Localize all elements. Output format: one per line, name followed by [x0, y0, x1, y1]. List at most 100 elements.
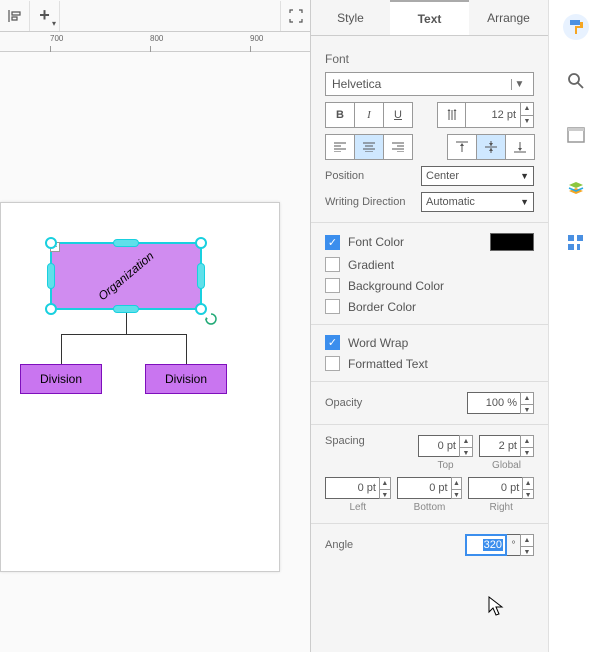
resize-handle[interactable]	[113, 239, 139, 247]
shape-division[interactable]: Division	[20, 364, 102, 394]
word-wrap-label: Word Wrap	[348, 336, 408, 350]
spacing-global-spinner[interactable]: ▲▼	[520, 435, 534, 457]
spinner-down-icon[interactable]: ▼	[521, 547, 533, 558]
word-wrap-checkbox[interactable]	[325, 335, 340, 350]
connector	[61, 334, 187, 335]
dropdown-arrow-icon: ▼	[520, 197, 529, 207]
valign-middle-button[interactable]	[476, 134, 506, 160]
spacing-bottom-spinner[interactable]: ▲▼	[451, 477, 463, 499]
connector	[61, 334, 62, 364]
align-center-button[interactable]	[354, 134, 384, 160]
font-color-checkbox[interactable]	[325, 235, 340, 250]
resize-handle[interactable]	[197, 263, 205, 289]
font-family-value: Helvetica	[332, 77, 381, 91]
angle-input[interactable]: 320	[465, 534, 507, 556]
search-icon[interactable]	[563, 68, 589, 94]
align-left-button[interactable]	[325, 134, 355, 160]
font-section-label: Font	[325, 52, 534, 66]
opacity-input[interactable]: 100 %	[467, 392, 521, 414]
font-color-swatch[interactable]	[490, 233, 534, 251]
spacing-bottom-input[interactable]: 0 pt	[397, 477, 452, 499]
angle-spinner[interactable]: ▲▼	[520, 534, 534, 556]
ruler-tick: 700	[50, 34, 63, 43]
position-label: Position	[325, 170, 415, 182]
italic-button[interactable]: I	[354, 102, 384, 128]
font-size-spinner[interactable]: ▲▼	[520, 102, 534, 128]
opacity-label: Opacity	[325, 397, 461, 409]
background-color-label: Background Color	[348, 279, 444, 293]
border-color-label: Border Color	[348, 300, 416, 314]
font-family-select[interactable]: Helvetica ▼	[325, 72, 534, 96]
align-tool-icon[interactable]	[0, 1, 30, 31]
background-color-checkbox[interactable]	[325, 278, 340, 293]
resize-handle[interactable]	[45, 237, 57, 249]
border-color-checkbox[interactable]	[325, 299, 340, 314]
writing-direction-value: Automatic	[426, 196, 475, 208]
rotate-handle-icon[interactable]	[204, 312, 218, 326]
tab-style[interactable]: Style	[311, 0, 390, 35]
panel-tabs: Style Text Arrange	[311, 0, 548, 36]
spacing-top-label: Top	[418, 460, 473, 471]
spinner-up-icon[interactable]: ▲	[521, 535, 533, 547]
spacing-right-label: Right	[468, 502, 534, 513]
insert-tool-icon[interactable]: +▾	[30, 1, 60, 31]
outline-icon[interactable]	[563, 122, 589, 148]
font-color-label: Font Color	[348, 235, 404, 249]
top-toolbar: +▾	[0, 0, 310, 32]
shapes-icon[interactable]	[563, 230, 589, 256]
ruler-tick: 900	[250, 34, 263, 43]
canvas[interactable]: − Organization Division Division	[0, 52, 310, 652]
format-paint-icon[interactable]	[563, 14, 589, 40]
dropdown-arrow-icon: ▼	[511, 79, 527, 90]
spacing-top-input[interactable]: 0 pt	[418, 435, 460, 457]
resize-handle[interactable]	[113, 305, 139, 313]
vertical-text-button[interactable]	[437, 102, 467, 128]
spacing-right-spinner[interactable]: ▲▼	[522, 477, 534, 499]
writing-direction-select[interactable]: Automatic ▼	[421, 192, 534, 212]
right-iconbar	[548, 0, 603, 652]
spacing-left-spinner[interactable]: ▲▼	[379, 477, 391, 499]
dropdown-arrow-icon: ▼	[520, 171, 529, 181]
opacity-spinner[interactable]: ▲▼	[520, 392, 534, 414]
formatted-text-label: Formatted Text	[348, 357, 428, 371]
valign-top-button[interactable]	[447, 134, 477, 160]
tab-text[interactable]: Text	[390, 0, 469, 35]
spacing-left-input[interactable]: 0 pt	[325, 477, 380, 499]
underline-button[interactable]: U	[383, 102, 413, 128]
fit-screen-icon[interactable]	[280, 1, 310, 31]
spacing-global-input[interactable]: 2 pt	[479, 435, 521, 457]
shape-division[interactable]: Division	[145, 364, 227, 394]
spacing-top-spinner[interactable]: ▲▼	[459, 435, 473, 457]
spacing-right-input[interactable]: 0 pt	[468, 477, 523, 499]
spinner-down-icon[interactable]: ▼	[521, 116, 533, 128]
gradient-checkbox[interactable]	[325, 257, 340, 272]
spinner-down-icon[interactable]: ▼	[521, 405, 533, 416]
writing-direction-label: Writing Direction	[325, 196, 415, 208]
connector	[186, 334, 187, 364]
shape-label: Organization	[95, 249, 156, 303]
spinner-up-icon[interactable]: ▲	[521, 393, 533, 405]
spacing-left-label: Left	[325, 502, 391, 513]
formatted-text-checkbox[interactable]	[325, 356, 340, 371]
tab-arrange[interactable]: Arrange	[469, 0, 548, 35]
shape-organization[interactable]: − Organization	[50, 242, 202, 310]
spacing-bottom-label: Bottom	[397, 502, 463, 513]
ruler-tick: 800	[150, 34, 163, 43]
shape-label: Division	[165, 372, 207, 386]
angle-suffix: °	[507, 534, 521, 556]
resize-handle[interactable]	[195, 237, 207, 249]
align-right-button[interactable]	[383, 134, 413, 160]
shape-label: Division	[40, 372, 82, 386]
bold-button[interactable]: B	[325, 102, 355, 128]
valign-bottom-button[interactable]	[505, 134, 535, 160]
layers-icon[interactable]	[563, 176, 589, 202]
resize-handle[interactable]	[45, 303, 57, 315]
position-select[interactable]: Center▼	[421, 166, 534, 186]
spacing-label: Spacing	[325, 435, 385, 447]
gradient-label: Gradient	[348, 258, 394, 272]
font-size-input[interactable]: 12 pt	[465, 102, 521, 128]
spacing-global-label: Global	[479, 460, 534, 471]
format-panel: Style Text Arrange Font Helvetica ▼ B I …	[310, 0, 548, 652]
spinner-up-icon[interactable]: ▲	[521, 103, 533, 116]
resize-handle[interactable]	[47, 263, 55, 289]
